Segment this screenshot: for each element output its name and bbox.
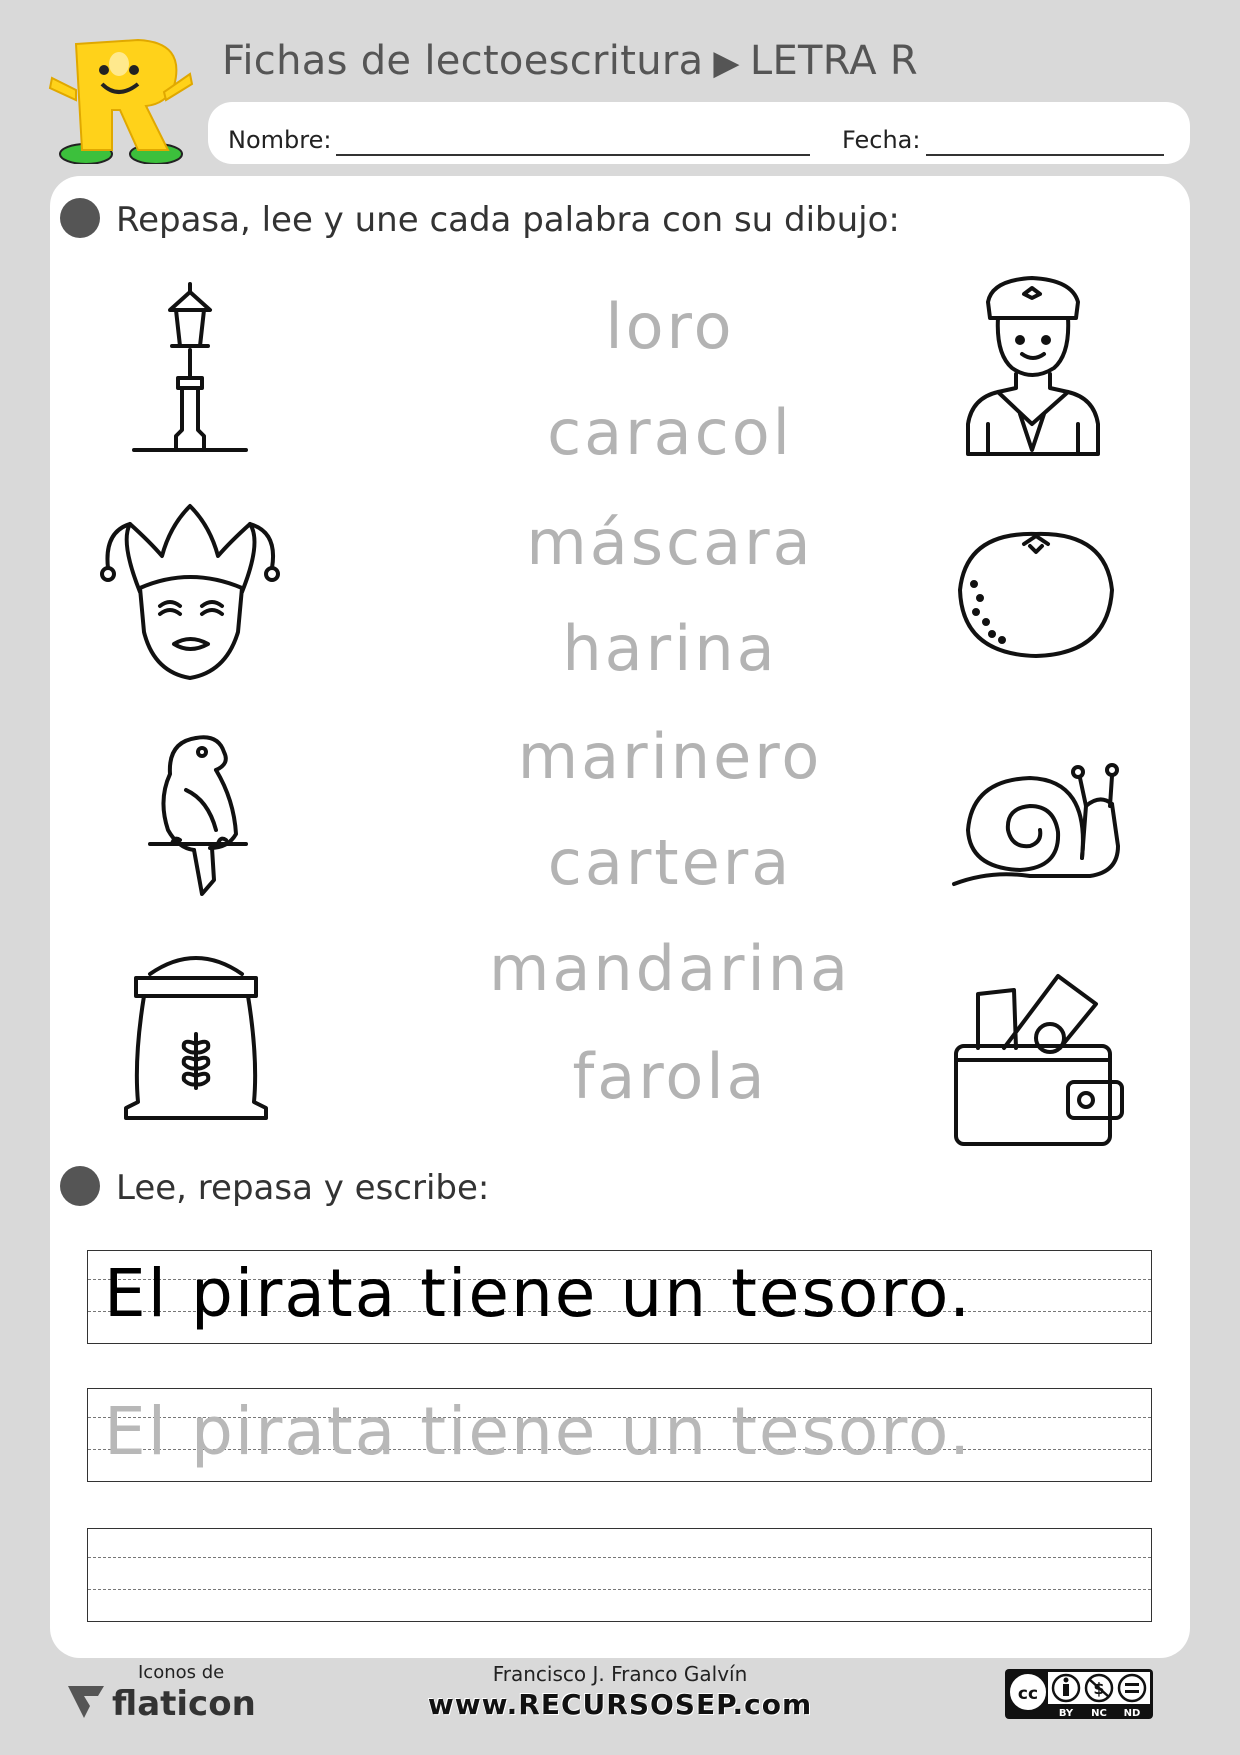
- bullet-icon: [60, 198, 100, 238]
- word-item: marinero: [517, 720, 823, 793]
- worksheet-card: Repasa, lee y une cada palabra con su di…: [50, 176, 1190, 1658]
- free-writing-line[interactable]: [87, 1528, 1152, 1622]
- snail-icon[interactable]: [950, 750, 1126, 890]
- name-field[interactable]: [336, 154, 810, 156]
- word-item: harina: [562, 612, 778, 685]
- word-item: cartera: [547, 826, 793, 899]
- page-title: Fichas de lectoescritura ▶ LETRA R: [222, 38, 918, 84]
- word-item: loro: [605, 290, 735, 363]
- creative-commons-badge: cc $ BY NC ND: [1004, 1668, 1154, 1720]
- letter-r-mascot: [46, 34, 196, 165]
- word-item: caracol: [547, 396, 793, 469]
- section2-instruction: Lee, repasa y escribe:: [116, 1168, 490, 1208]
- cc-nd-label: ND: [1124, 1708, 1141, 1719]
- author-name: Francisco J. Franco Galvín: [492, 1662, 748, 1686]
- model-writing-line: El pirata tiene un tesoro.: [87, 1250, 1152, 1344]
- flaticon-brand: flaticon: [112, 1684, 256, 1724]
- flour-sack-icon[interactable]: [116, 948, 276, 1126]
- model-sentence: El pirata tiene un tesoro.: [104, 1255, 973, 1332]
- name-date-bar: Nombre: Fecha:: [208, 102, 1190, 164]
- jester-mask-icon[interactable]: [100, 502, 282, 682]
- name-label: Nombre:: [228, 126, 332, 154]
- icons-credit-label: Iconos de: [138, 1662, 225, 1683]
- mandarin-icon[interactable]: [956, 526, 1116, 660]
- flaticon-logo-icon: [68, 1686, 104, 1718]
- section1-instruction: Repasa, lee y une cada palabra con su di…: [116, 200, 900, 240]
- cc-nc-label: NC: [1091, 1708, 1107, 1719]
- cc-by-label: BY: [1059, 1708, 1074, 1719]
- play-arrow-icon: ▶: [713, 43, 740, 83]
- word-item: máscara: [526, 506, 814, 579]
- trace-writing-line[interactable]: El pirata tiene un tesoro.: [87, 1388, 1152, 1482]
- author-credit: Francisco J. Franco Galvín www.RECURSOSE…: [400, 1662, 840, 1721]
- trace-sentence: El pirata tiene un tesoro.: [104, 1393, 973, 1470]
- word-item: mandarina: [488, 932, 852, 1005]
- svg-text:cc: cc: [1018, 1684, 1038, 1704]
- lamppost-icon[interactable]: [120, 280, 260, 460]
- letter-label: LETRA R: [749, 38, 918, 84]
- wallet-icon[interactable]: [950, 972, 1126, 1150]
- bullet-icon: [60, 1166, 100, 1206]
- worksheet-title: Fichas de lectoescritura: [222, 38, 704, 84]
- word-item: farola: [572, 1040, 768, 1113]
- date-label: Fecha:: [842, 126, 921, 154]
- website-link[interactable]: www.RECURSOSEP.com: [400, 1688, 840, 1721]
- sailor-icon[interactable]: [958, 274, 1108, 458]
- date-field[interactable]: [926, 154, 1164, 156]
- parrot-icon[interactable]: [138, 730, 258, 900]
